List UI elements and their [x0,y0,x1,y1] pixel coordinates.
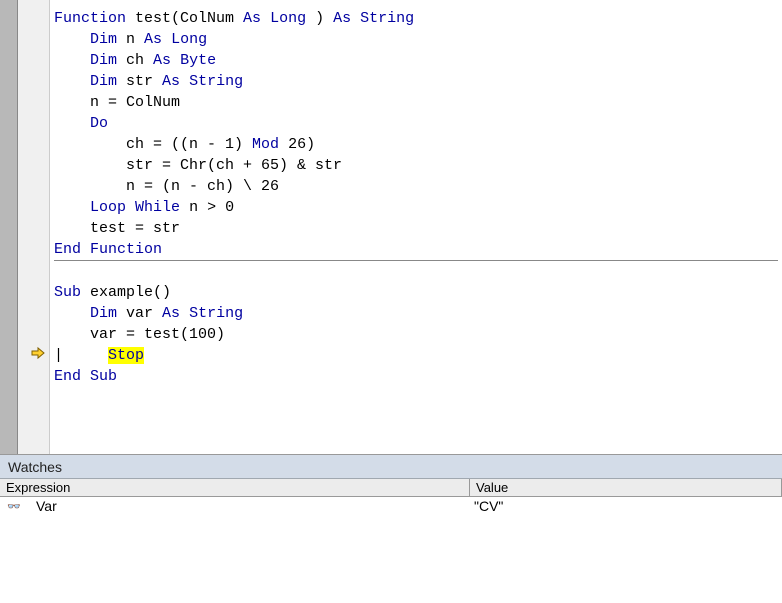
code-line[interactable]: Loop While n > 0 [54,197,778,218]
keyword: String [189,73,243,90]
code-text: example() [81,284,171,301]
code-content[interactable]: Function test(ColNum As Long ) As String… [50,0,782,454]
code-text [54,115,90,132]
code-text [171,52,180,69]
watch-expression[interactable]: Var [28,498,470,514]
code-text: n = ColNum [54,94,180,111]
keyword: As [243,10,261,27]
code-text [54,52,90,69]
code-text [81,241,90,258]
code-text [351,10,360,27]
keyword: Loop [90,199,126,216]
keyword: Function [54,10,126,27]
keyword: Sub [90,368,117,385]
code-text: n = (n - ch) \ 26 [54,178,279,195]
keyword: Dim [90,31,117,48]
code-text: ) [306,10,333,27]
keyword: Dim [90,73,117,90]
watches-grid[interactable]: Expression Value 👓Var"CV" [0,479,782,603]
code-line[interactable]: End Function [54,239,778,260]
keyword: While [135,199,180,216]
keyword: Byte [180,52,216,69]
text-cursor: | [54,347,72,364]
keyword: End [54,368,81,385]
code-text: test = str [54,220,180,237]
code-line[interactable]: test = str [54,218,778,239]
keyword: Function [90,241,162,258]
watch-glasses-icon: 👓 [0,498,28,514]
code-text [126,199,135,216]
code-text: str = Chr(ch + 65) & str [54,157,342,174]
keyword: As [153,52,171,69]
outer-gutter [0,0,18,454]
keyword: Dim [90,305,117,322]
code-text [162,31,171,48]
code-text [54,305,90,322]
code-text: ch [117,52,153,69]
code-line[interactable] [54,261,778,282]
current-line-arrow-icon [30,345,46,361]
code-line[interactable]: n = ColNum [54,92,778,113]
code-text: n [117,31,144,48]
code-text [54,199,90,216]
code-text [54,31,90,48]
keyword: End [54,241,81,258]
col-header-expression[interactable]: Expression [0,479,470,496]
watches-columns-header: Expression Value [0,479,782,497]
code-line[interactable]: Dim var As String [54,303,778,324]
code-line[interactable]: Sub example() [54,282,778,303]
code-line[interactable]: Dim n As Long [54,29,778,50]
code-text: n > 0 [180,199,234,216]
keyword: Stop [108,347,144,364]
keyword: As [162,305,180,322]
keyword: String [189,305,243,322]
code-line[interactable]: Function test(ColNum As Long ) As String [54,8,778,29]
code-text: 26) [279,136,315,153]
code-text [180,73,189,90]
code-text [180,305,189,322]
code-text: var = test(100) [54,326,225,343]
keyword: String [360,10,414,27]
keyword: As [144,31,162,48]
keyword: Long [270,10,306,27]
code-editor[interactable]: Function test(ColNum As Long ) As String… [0,0,782,455]
code-line[interactable]: var = test(100) [54,324,778,345]
code-line[interactable]: Dim ch As Byte [54,50,778,71]
watch-value: "CV" [470,498,782,514]
keyword: Long [171,31,207,48]
code-line[interactable]: n = (n - ch) \ 26 [54,176,778,197]
code-line[interactable]: End Sub [54,366,778,387]
keyword: Sub [54,284,81,301]
code-text: ch = ((n - 1) [54,136,252,153]
code-text: test(ColNum [126,10,243,27]
watch-row[interactable]: 👓Var"CV" [0,497,782,515]
code-line[interactable]: Do [54,113,778,134]
code-text: str [117,73,162,90]
watches-title: Watches [0,455,782,479]
code-text [72,347,108,364]
code-text: var [117,305,162,322]
code-text [261,10,270,27]
margin-gutter [18,0,50,454]
keyword: Mod [252,136,279,153]
code-line[interactable]: | Stop [54,345,778,366]
keyword: Do [90,115,108,132]
code-text [81,368,90,385]
watches-panel: Watches Expression Value 👓Var"CV" [0,455,782,603]
keyword: As [333,10,351,27]
keyword: Dim [90,52,117,69]
code-line[interactable]: str = Chr(ch + 65) & str [54,155,778,176]
code-text [54,73,90,90]
col-header-value[interactable]: Value [470,479,782,496]
keyword: As [162,73,180,90]
code-line[interactable]: Dim str As String [54,71,778,92]
code-line[interactable]: ch = ((n - 1) Mod 26) [54,134,778,155]
